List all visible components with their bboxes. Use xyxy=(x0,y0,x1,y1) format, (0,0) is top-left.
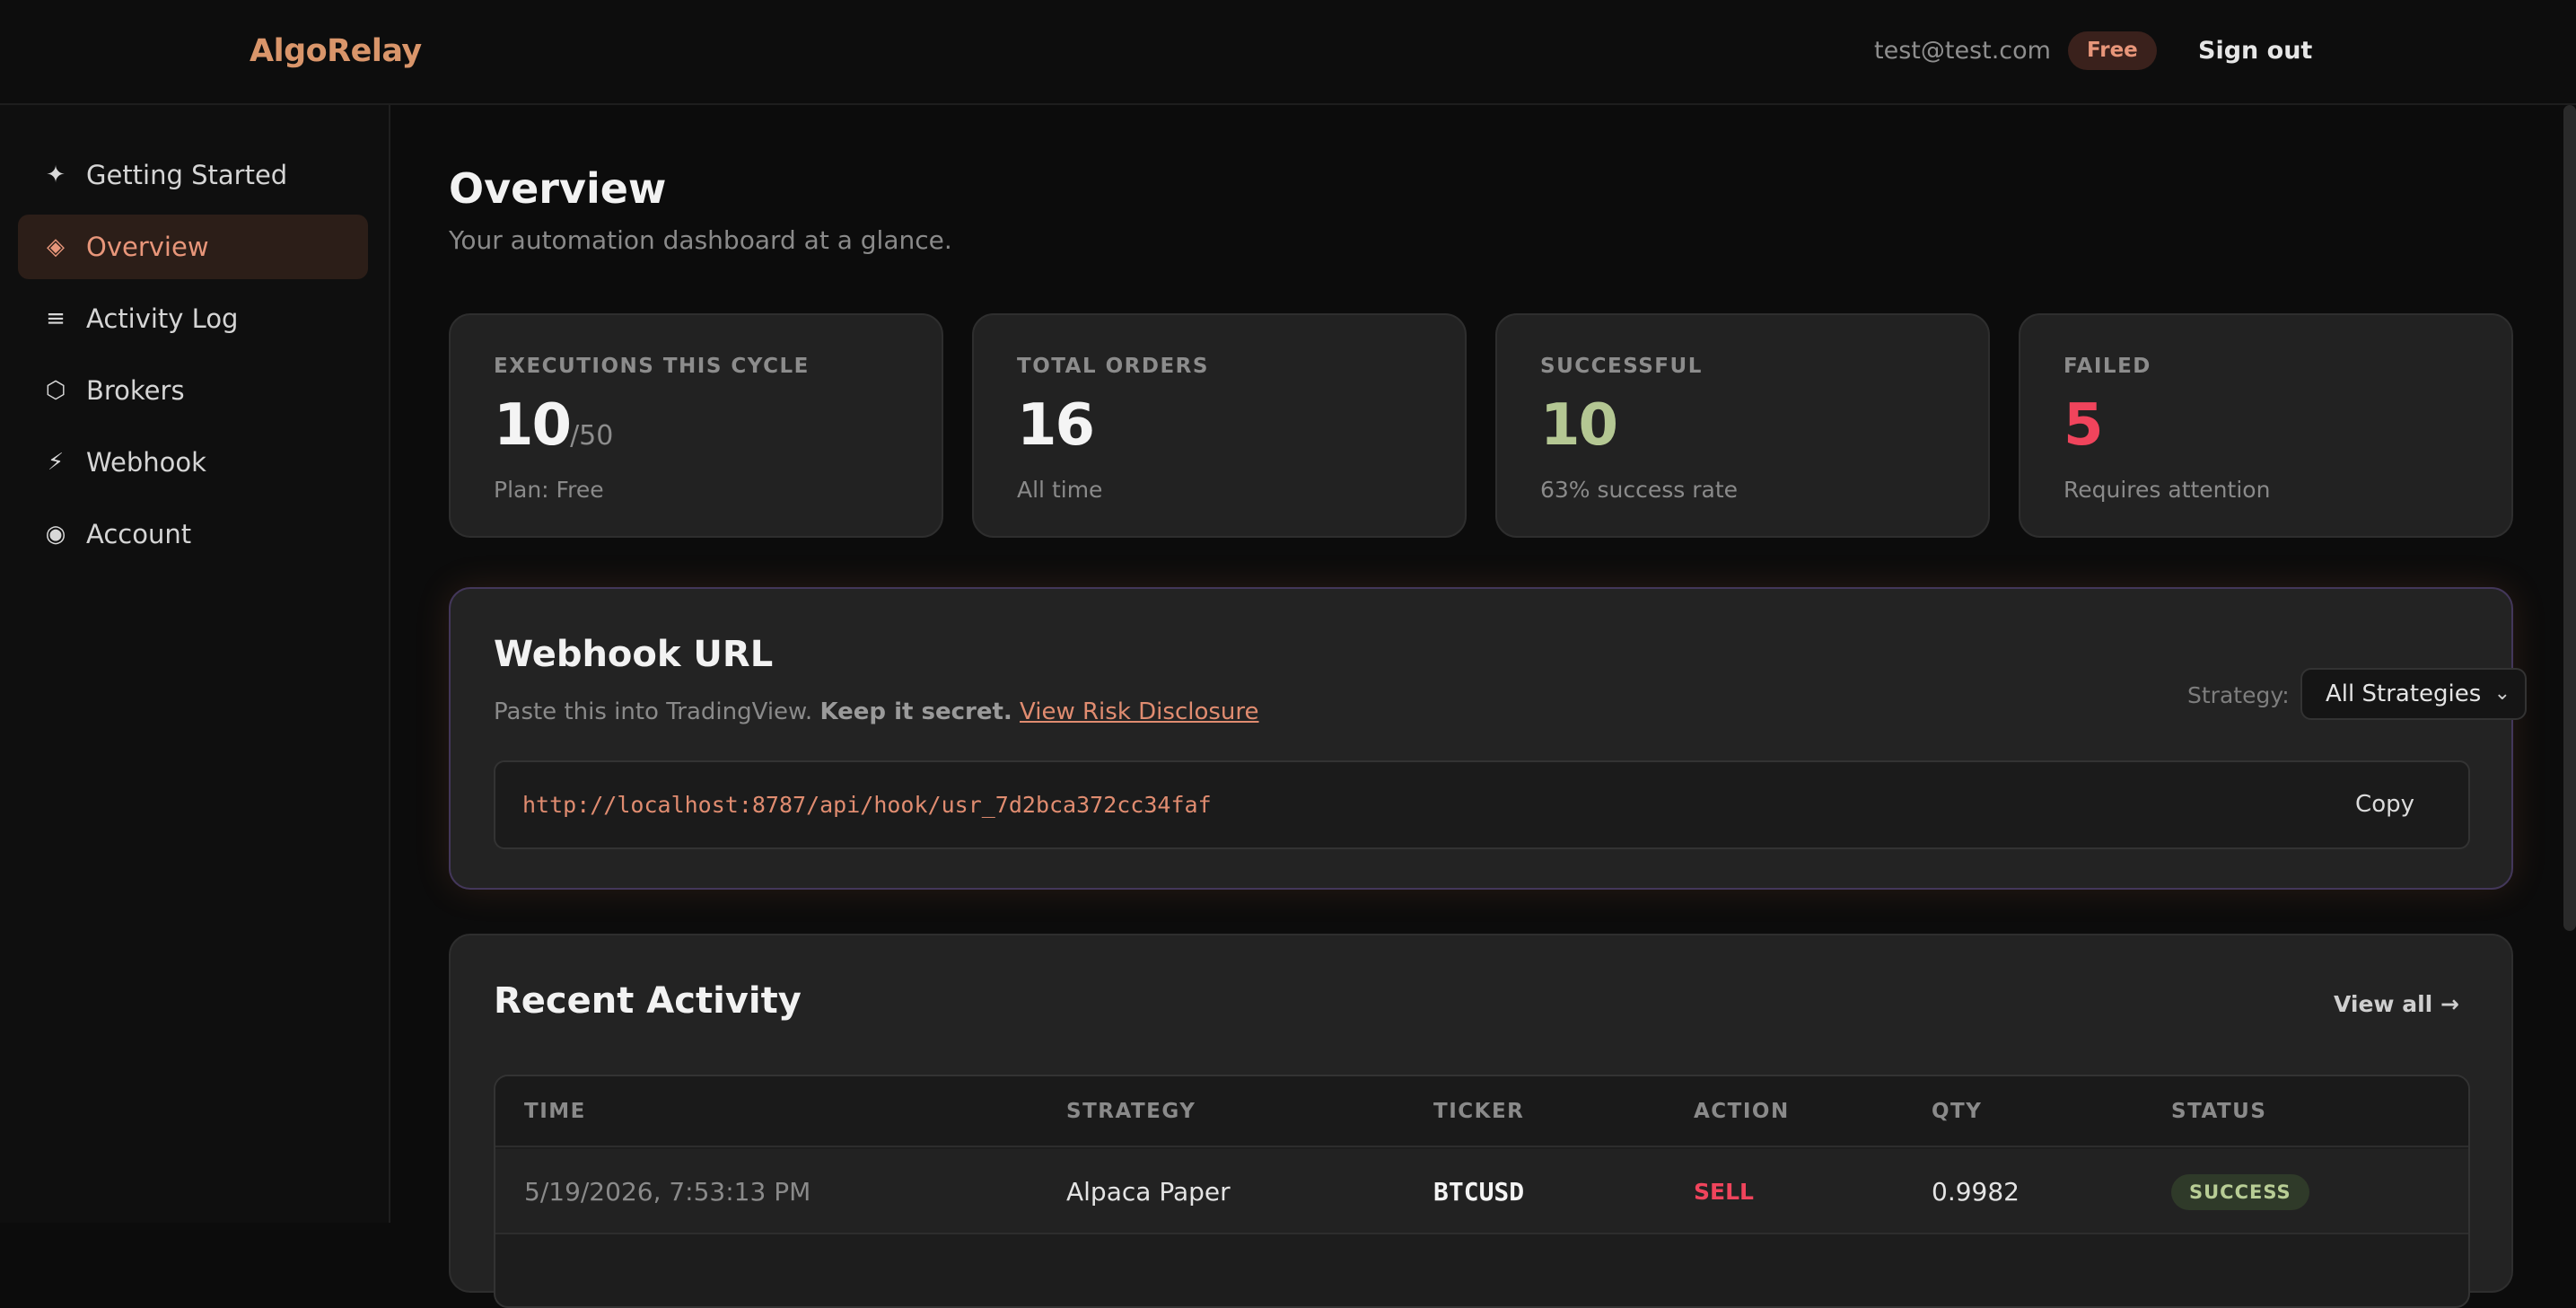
stat-value: 5 xyxy=(2063,392,2104,459)
cell-time: 5/19/2026, 7:53:13 PM xyxy=(524,1177,811,1207)
cell-ticker: BTCUSD xyxy=(1433,1177,1525,1207)
sidebar-item-label: Activity Log xyxy=(86,303,239,334)
stat-note: Requires attention xyxy=(2063,477,2271,503)
column-header-time: TIME xyxy=(524,1100,586,1123)
activity-table: TIME STRATEGY TICKER ACTION QTY STATUS 5… xyxy=(494,1075,2470,1308)
sidebar-item-getting-started[interactable]: ✦ Getting Started xyxy=(18,143,368,207)
sidebar-item-activity-log[interactable]: ≡ Activity Log xyxy=(18,286,368,351)
sidebar-item-label: Webhook xyxy=(86,447,206,478)
webhook-card: Webhook URL Paste this into TradingView.… xyxy=(449,587,2527,890)
stat-note: All time xyxy=(1017,477,1103,503)
recent-activity-title: Recent Activity xyxy=(494,980,802,1022)
stat-card-failed: FAILED 5 Requires attention xyxy=(2019,313,2513,538)
stat-label: SUCCESSFUL xyxy=(1540,355,1703,378)
user-email: test@test.com xyxy=(1874,37,2051,65)
sidebar-item-label: Brokers xyxy=(86,375,185,406)
webhook-title: Webhook URL xyxy=(494,634,774,675)
table-header: TIME STRATEGY TICKER ACTION QTY STATUS xyxy=(495,1076,2468,1147)
webhook-url-field[interactable]: http://localhost:8787/api/hook/usr_7d2bc… xyxy=(494,760,2470,849)
stat-card-executions: EXECUTIONS THIS CYCLE 10/50 Plan: Free xyxy=(449,313,943,538)
risk-disclosure-link[interactable]: View Risk Disclosure xyxy=(1020,698,1258,725)
stat-note: 63% success rate xyxy=(1540,477,1739,503)
webhook-desc-text: Paste this into TradingView. xyxy=(494,698,820,725)
sidebar-item-label: Account xyxy=(86,519,192,549)
recent-activity-card: Recent Activity View all → TIME STRATEGY… xyxy=(449,934,2513,1308)
webhook-url[interactable]: http://localhost:8787/api/hook/usr_7d2bc… xyxy=(522,762,1212,847)
column-header-ticker: TICKER xyxy=(1433,1100,1525,1123)
copy-button[interactable]: Copy xyxy=(2355,762,2414,847)
stat-note: Plan: Free xyxy=(494,477,604,503)
stat-value-suffix: /50 xyxy=(570,420,614,452)
column-header-strategy: STRATEGY xyxy=(1066,1100,1196,1123)
view-all-link[interactable]: View all → xyxy=(2334,991,2459,1017)
stat-label: FAILED xyxy=(2063,355,2151,378)
webhook-description: Paste this into TradingView. Keep it sec… xyxy=(494,698,1259,725)
stat-label: TOTAL ORDERS xyxy=(1017,355,1209,378)
user-circle-icon: ◉ xyxy=(45,521,66,548)
strategy-select-value: All Strategies xyxy=(2326,680,2482,707)
strategy-select[interactable]: All Strategies ⌄ xyxy=(2300,668,2527,720)
column-header-action: ACTION xyxy=(1694,1100,1790,1123)
stat-card-total-orders: TOTAL ORDERS 16 All time xyxy=(972,313,1467,538)
status-badge: SUCCESS xyxy=(2171,1174,2309,1210)
cell-qty: 0.9982 xyxy=(1932,1177,2020,1207)
column-header-qty: QTY xyxy=(1932,1100,1983,1123)
cell-action: SELL xyxy=(1694,1179,1754,1205)
sidebar: ✦ Getting Started ◈ Overview ≡ Activity … xyxy=(0,105,390,1223)
sidebar-item-label: Getting Started xyxy=(86,160,288,190)
diamond-icon: ◈ xyxy=(47,233,65,260)
main-content: Overview Your automation dashboard at a … xyxy=(392,105,2576,1308)
list-icon: ≡ xyxy=(46,305,66,332)
sign-out-button[interactable]: Sign out xyxy=(2198,37,2312,65)
plan-badge: Free xyxy=(2068,31,2157,70)
sidebar-item-brokers[interactable]: ⬡ Brokers xyxy=(18,358,368,423)
cell-strategy: Alpaca Paper xyxy=(1066,1177,1231,1207)
webhook-desc-strong: Keep it secret. xyxy=(819,698,1012,725)
stat-value: 10 xyxy=(1540,392,1618,459)
sidebar-item-label: Overview xyxy=(86,232,209,262)
strategy-label: Strategy: xyxy=(2187,682,2290,708)
chevron-down-icon: ⌄ xyxy=(2493,682,2510,705)
table-row[interactable]: 5/19/2026, 7:53:13 PM Alpaca Paper BTCUS… xyxy=(495,1149,2468,1234)
stat-card-successful: SUCCESSFUL 10 63% success rate xyxy=(1495,313,1990,538)
page-scrollbar[interactable] xyxy=(2563,105,2576,931)
page-title: Overview xyxy=(449,164,667,213)
app-logo[interactable]: AlgoRelay xyxy=(250,33,422,69)
sidebar-item-webhook[interactable]: ⚡ Webhook xyxy=(18,430,368,495)
column-header-status: STATUS xyxy=(2171,1100,2267,1123)
page-subtitle: Your automation dashboard at a glance. xyxy=(449,225,952,255)
lightning-icon: ⚡ xyxy=(47,449,65,476)
sidebar-item-overview[interactable]: ◈ Overview xyxy=(18,215,368,279)
top-bar: AlgoRelay test@test.com Free Sign out xyxy=(0,0,2576,105)
stat-value-number: 10 xyxy=(494,392,572,459)
stat-value: 10/50 xyxy=(494,392,613,459)
stat-label: EXECUTIONS THIS CYCLE xyxy=(494,355,810,378)
sparkle-icon: ✦ xyxy=(46,162,66,189)
sidebar-item-account[interactable]: ◉ Account xyxy=(18,502,368,566)
hexagon-icon: ⬡ xyxy=(45,377,66,404)
stat-value: 16 xyxy=(1017,392,1095,459)
